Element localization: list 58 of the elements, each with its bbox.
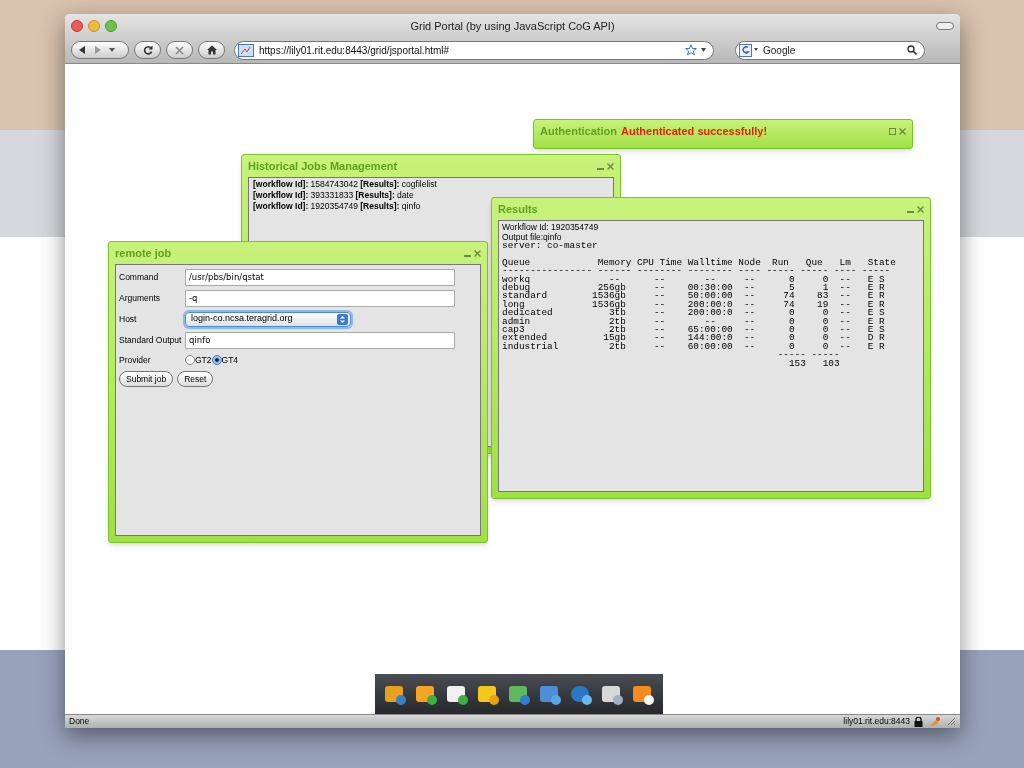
site-icon [238,43,254,57]
history-entry[interactable]: [workflow Id]: 1584743042 [Results]: cogfilelist [253,179,437,190]
close-icon[interactable] [899,127,906,135]
close-window-button[interactable] [71,19,83,32]
stepper-icon [337,313,348,325]
field-label: Host [119,312,138,326]
reload-button[interactable] [134,41,161,60]
text-field[interactable]: /usr/pbs/bin/qstat [185,268,455,286]
panel-title: Authentication [540,123,617,139]
search-input[interactable]: Google [763,42,903,58]
workflow-id: Workflow Id: 1920354749 [502,222,600,232]
maximize-icon[interactable] [889,127,896,135]
close-icon [175,45,184,55]
back-forward-button[interactable] [71,41,129,60]
field-label: Arguments [119,291,162,305]
toolbar-toggle-button[interactable] [936,21,954,30]
panel-title: Results [498,201,538,217]
history-entry[interactable]: [workflow Id]: 1920354749 [Results]: qinfo [253,201,421,212]
bookmark-star-icon[interactable] [685,44,707,57]
reload-icon [142,45,153,56]
extension-icon[interactable] [929,716,941,727]
form-button[interactable]: Submit job [119,371,174,387]
field-label: Standard Output [119,333,183,347]
command-output: server: co-master Queue Memory CPU Time Walltime Node Run Que Lm State ---------------- ------ -------- -------- ---- ----- ----- ---- ----- workq -- -- -- -- 0 0 -- E S debug 256gb -- 00:30:00 -- 5 1 -- E R standard 1536gb -- 50:00:00 -- 74 83 -- E R long 1536gb -- 200:00:0 -- 74 19 -- E R dedicated 3tb -- 200:00:0 -- 0 0 -- E S admin 2tb -- -- -- 0 0 -- E R cap3 2tb -- 65:00:00 -- 0 0 -- E S extended 15gb -- 144:00:0 -- 0 0 -- D R industrial 2tb -- 60:00:00 -- 0 0 -- E R ----- ----- 153 103 [502,242,897,369]
forward-icon[interactable] [93,45,103,56]
search-engine-icon[interactable] [739,43,759,57]
close-icon[interactable] [474,249,481,257]
radio-button[interactable] [211,355,222,365]
stop-button[interactable] [166,41,193,60]
form-button[interactable]: Reset [177,371,214,387]
panel-title: remote job [115,245,172,261]
text-field[interactable]: qinfo [185,331,455,349]
radio-label: GT4 [221,353,239,367]
caret-icon[interactable] [109,47,115,54]
back-icon[interactable] [77,45,87,56]
auth-message: Authenticated successfully! [621,123,768,139]
search-icon[interactable] [907,45,917,56]
status-text: Done [69,715,90,728]
home-button[interactable] [198,41,225,60]
status-host: lily01.rit.edu:8443 [843,715,910,728]
lock-icon [914,716,923,727]
close-icon[interactable] [607,162,614,170]
field-label: Command [119,270,160,284]
output-file: Output file:qinfo [502,232,563,242]
resize-grip-icon[interactable] [947,717,956,726]
radio-button[interactable] [185,355,195,365]
search-field[interactable]: Google [735,40,925,60]
field-label: Provider [119,353,152,367]
panel-title: Historical Jobs Management [248,158,398,174]
radio-label: GT2 [195,353,212,367]
host-select[interactable]: login-co.ncsa.teragrid.org [185,311,351,327]
home-icon [206,45,217,56]
close-icon[interactable] [917,205,924,213]
address-field[interactable]: https://lily01.rit.edu:8443/grid/jsportal.html# [234,40,714,60]
window-title: Grid Portal (by using JavaScript CoG API) [410,18,615,34]
url-text: https://lily01.rit.edu:8443/grid/jsportal.html# [259,43,450,58]
history-entry[interactable]: [workflow Id]: 393331833 [Results]: date [253,190,414,201]
text-field[interactable]: -q [185,289,455,307]
